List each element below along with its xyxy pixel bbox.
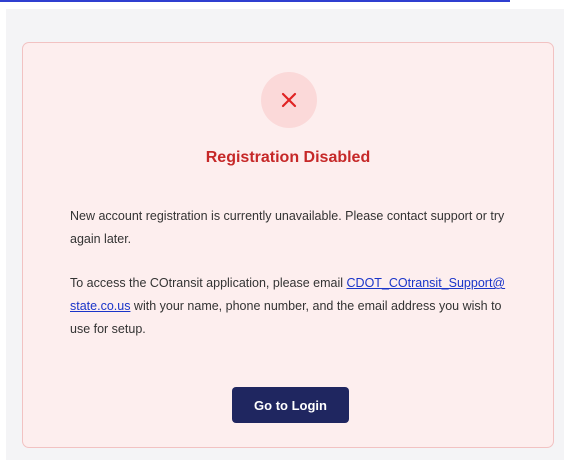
- instructions-suffix: with your name, phone number, and the em…: [70, 299, 502, 336]
- error-card: Registration Disabled New account regist…: [22, 42, 554, 448]
- close-x-icon: [281, 92, 297, 108]
- unavailable-message: New account registration is currently un…: [70, 209, 505, 246]
- card-title: Registration Disabled: [205, 149, 371, 166]
- instructions-message: To access the COtransit application, ple…: [70, 272, 510, 341]
- go-to-login-button[interactable]: Go to Login: [232, 387, 349, 423]
- top-accent-line: [0, 0, 510, 2]
- error-icon-circle: [261, 72, 317, 128]
- page: Registration Disabled New account regist…: [0, 0, 564, 460]
- instructions-prefix: To access the COtransit application, ple…: [70, 276, 347, 290]
